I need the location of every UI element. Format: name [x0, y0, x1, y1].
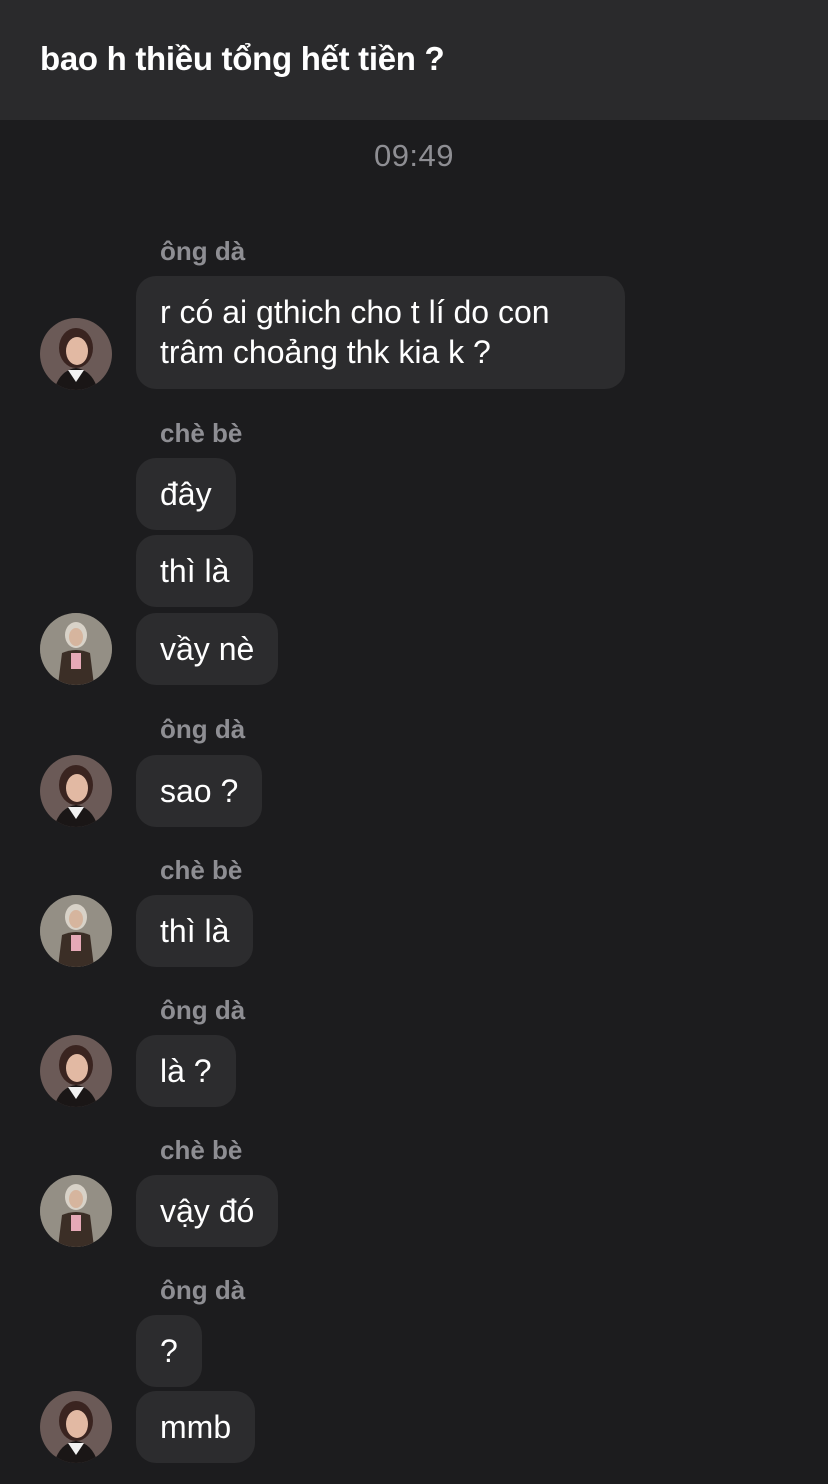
chat-header: bao h thiều tổng hết tiền ? — [0, 0, 828, 120]
avatar-ong-da[interactable] — [40, 1391, 112, 1463]
message-bubble[interactable]: mmb — [136, 1391, 256, 1463]
message-bubble[interactable]: thì là — [136, 535, 254, 607]
message-timestamp: 09:49 — [373, 138, 455, 173]
message-bubble[interactable]: r có ai gthich cho t lí do con trâm choả… — [136, 276, 625, 389]
avatar-che-be[interactable] — [40, 1175, 112, 1247]
message-bubble[interactable]: vầy nè — [136, 613, 279, 685]
sender-name: chè bè — [160, 1135, 243, 1165]
message-bubble[interactable]: thì là — [136, 895, 254, 967]
message-bubble[interactable]: là ? — [136, 1035, 236, 1107]
sender-name: ông dà — [160, 236, 246, 266]
message-bubble[interactable]: sao ? — [136, 755, 263, 827]
sender-name: ông dà — [160, 1275, 246, 1305]
avatar-che-be[interactable] — [40, 613, 112, 685]
sender-name: ông dà — [160, 995, 246, 1025]
sender-name: ông dà — [160, 714, 246, 744]
avatar-ong-da[interactable] — [40, 318, 112, 390]
message-bubble[interactable]: ? — [136, 1315, 202, 1387]
message-bubble[interactable]: vậy đó — [136, 1175, 279, 1247]
sender-name: chè bè — [160, 418, 243, 448]
avatar-ong-da[interactable] — [40, 1035, 112, 1107]
avatar-ong-da[interactable] — [40, 755, 112, 827]
avatar-che-be[interactable] — [40, 895, 112, 967]
sender-name: chè bè — [160, 855, 243, 885]
chat-title[interactable]: bao h thiều tổng hết tiền ? — [40, 40, 445, 78]
message-bubble[interactable]: đây — [136, 458, 236, 530]
